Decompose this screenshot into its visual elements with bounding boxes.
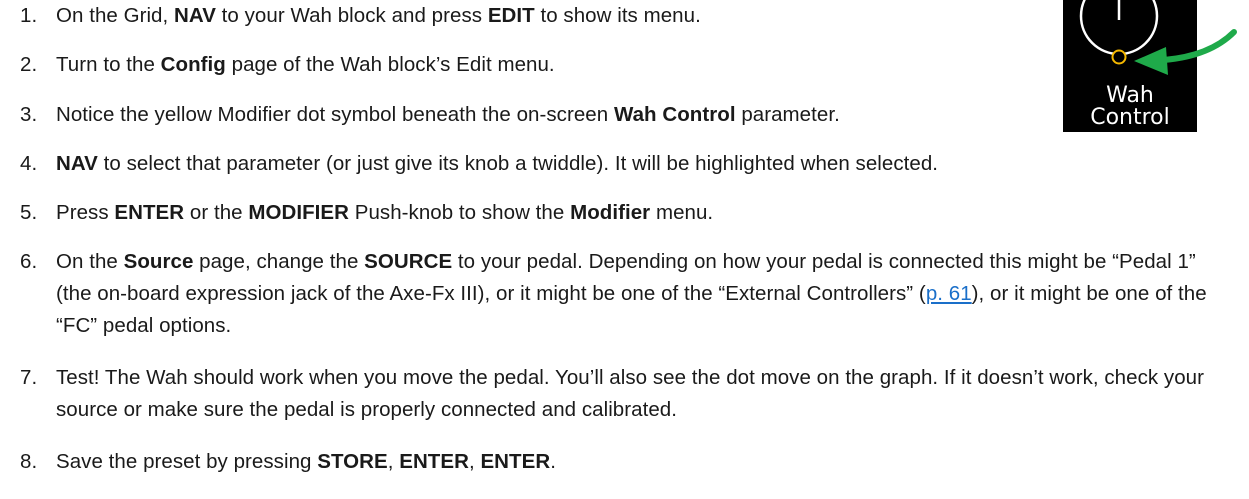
bold-term: ENTER — [114, 201, 185, 224]
text-run: Test! The Wah should work when you move … — [56, 366, 1205, 421]
step-number: 8. — [20, 450, 38, 473]
bold-term: Config — [160, 53, 226, 76]
text-run: Press — [56, 201, 115, 224]
bold-term: Source — [123, 250, 194, 273]
step-1: 1. On the Grid, NAV to your Wah block an… — [20, 2, 701, 30]
text-run: On the — [56, 250, 124, 273]
text-run: or the — [184, 201, 249, 224]
bold-term: NAV — [56, 152, 98, 175]
step-number: 3. — [20, 103, 38, 126]
text-run: page of the Wah block’s Edit menu. — [225, 53, 555, 76]
text-run: , — [387, 450, 400, 473]
step-4: 4. NAV to select that parameter (or just… — [20, 150, 938, 178]
text-run: menu. — [650, 201, 714, 224]
figure-label-control: Control — [1090, 105, 1170, 130]
bold-term: Modifier — [570, 201, 651, 224]
step-text: Press ENTER or the MODIFIER Push-knob to… — [56, 199, 713, 227]
step-number: 1. — [20, 4, 38, 27]
bold-term: MODIFIER — [248, 201, 349, 224]
step-text: NAV to select that parameter (or just gi… — [56, 150, 938, 178]
text-run: to show its menu. — [534, 4, 701, 27]
step-text: Test! The Wah should work when you move … — [56, 362, 1230, 426]
text-run: . — [550, 450, 556, 473]
text-run: Notice the yellow Modifier dot symbol be… — [56, 103, 614, 126]
step-3: 3. Notice the yellow Modifier dot symbol… — [20, 101, 840, 129]
bold-term: Wah Control — [613, 103, 736, 126]
step-6: 6. On the Source page, change the SOURCE… — [20, 248, 1230, 342]
step-5: 5. Press ENTER or the MODIFIER Push-knob… — [20, 199, 713, 227]
step-number: 5. — [20, 201, 38, 224]
green-arrow-icon — [1134, 29, 1237, 75]
step-text: On the Grid, NAV to your Wah block and p… — [56, 2, 701, 30]
step-number: 6. — [20, 250, 38, 273]
bold-term: ENTER — [399, 450, 469, 473]
modifier-dot-icon — [1111, 49, 1127, 65]
step-2: 2. Turn to the Config page of the Wah bl… — [20, 51, 555, 79]
page-reference-link[interactable]: p. 61 — [926, 282, 972, 305]
text-run: Save the preset by pressing — [56, 450, 318, 473]
text-run: parameter. — [735, 103, 840, 126]
bold-term: SOURCE — [364, 250, 453, 273]
step-8: 8. Save the preset by pressing STORE, EN… — [20, 448, 556, 476]
step-text: Save the preset by pressing STORE, ENTER… — [56, 448, 556, 476]
text-run: to your Wah block and press — [215, 4, 488, 27]
text-run: Turn to the — [56, 53, 161, 76]
step-text: Turn to the Config page of the Wah block… — [56, 51, 555, 79]
step-7: 7. Test! The Wah should work when you mo… — [20, 364, 1230, 426]
step-number: 4. — [20, 152, 38, 175]
bold-term: NAV — [174, 4, 216, 27]
step-number: 7. — [20, 366, 38, 389]
step-text: Notice the yellow Modifier dot symbol be… — [56, 101, 840, 129]
text-run: , — [468, 450, 481, 473]
text-run: to select that parameter (or just give i… — [97, 152, 939, 175]
text-run: On the Grid, — [56, 4, 175, 27]
step-number: 2. — [20, 53, 38, 76]
text-run: page, change the — [193, 250, 365, 273]
bold-term: STORE — [317, 450, 388, 473]
step-text: On the Source page, change the SOURCE to… — [56, 246, 1230, 342]
bold-term: EDIT — [487, 4, 535, 27]
text-run: Push-knob to show the — [348, 201, 571, 224]
bold-term: ENTER — [480, 450, 551, 473]
